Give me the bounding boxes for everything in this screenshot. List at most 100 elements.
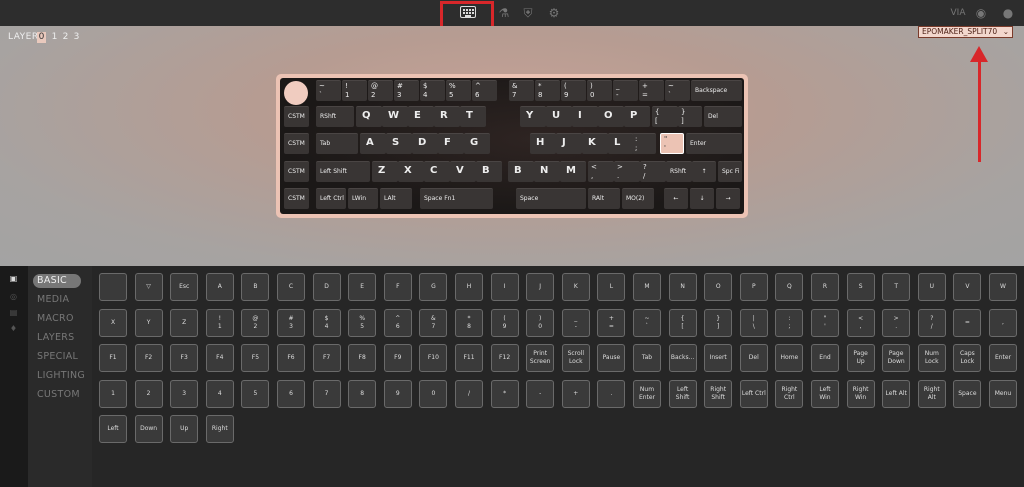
keycode-button[interactable]: Left Ctrl <box>739 379 768 408</box>
keycode-button[interactable]: Caps Lock <box>953 344 982 372</box>
category-lighting[interactable]: LIGHTING <box>33 369 85 383</box>
keycode-button[interactable]: F6 <box>277 344 305 372</box>
keyboard-key[interactable]: Q <box>356 106 382 127</box>
keyboard-key[interactable]: + = <box>639 80 664 101</box>
keyboard-key[interactable]: C <box>424 161 450 182</box>
keyboard-key[interactable]: J <box>556 133 582 154</box>
keyboard-key[interactable]: E <box>408 106 434 127</box>
keycode-button[interactable]: ) 0 <box>526 308 555 337</box>
keycode-button[interactable]: Page Up <box>846 344 875 372</box>
keyboard-key[interactable]: Y <box>520 106 546 127</box>
keycode-button[interactable]: } ] <box>704 308 733 337</box>
keyboard-key[interactable]: Tab <box>316 133 358 154</box>
keyboard-key[interactable]: → <box>716 188 740 209</box>
keyboard-key[interactable]: }] <box>678 106 702 127</box>
keyboard-key[interactable]: Left Ctrl <box>316 188 346 209</box>
keycode-button[interactable]: Right Ctrl <box>775 379 804 408</box>
keycode-button[interactable]: Right Win <box>846 379 875 408</box>
layer-option-1[interactable]: 1 <box>50 32 59 43</box>
keyboard-key[interactable]: R <box>434 106 460 127</box>
category-custom[interactable]: CUSTOM <box>33 388 80 402</box>
layer-option-3[interactable]: 3 <box>72 32 81 43</box>
keycode-button[interactable]: C <box>277 273 305 301</box>
keyboard-key[interactable]: X <box>398 161 424 182</box>
keycode-button[interactable]: * 8 <box>455 308 483 337</box>
keycode-button[interactable]: Space <box>953 379 982 408</box>
keycode-button[interactable]: < , <box>846 308 875 337</box>
keycode-button[interactable]: ! 1 <box>205 308 234 337</box>
keycode-button[interactable]: F7 <box>312 344 341 372</box>
keycode-button[interactable]: F11 <box>455 344 483 372</box>
keycode-button[interactable]: _ - <box>561 308 590 337</box>
keyboard-key[interactable]: V <box>450 161 476 182</box>
keycode-button[interactable]: T <box>882 273 911 301</box>
keycode-button[interactable]: > . <box>882 308 911 337</box>
keycode-button[interactable]: 5 <box>241 379 270 408</box>
keycode-button[interactable]: B <box>241 273 270 301</box>
keycode-button[interactable]: M <box>633 273 661 301</box>
keyboard-key[interactable]: :; <box>632 133 656 154</box>
keyboard-key[interactable]: Spc Fi <box>718 161 742 182</box>
keycode-button[interactable]: + = <box>597 308 626 337</box>
keycode-button[interactable]: 3 <box>170 379 199 408</box>
save-icon[interactable]: ▤ <box>9 308 18 317</box>
keyboard-key[interactable]: _ - <box>613 80 638 101</box>
keyboard-key[interactable]: B <box>476 161 502 182</box>
keycode-button[interactable]: End <box>811 344 839 372</box>
keycode-button[interactable]: Del <box>739 344 768 372</box>
keycode-button[interactable]: 4 <box>205 379 234 408</box>
keycode-button[interactable]: ( 9 <box>490 308 519 337</box>
keyboard-key[interactable]: H <box>530 133 556 154</box>
keycode-button[interactable]: Y <box>134 308 163 337</box>
keycode-button[interactable]: J <box>526 273 555 301</box>
keyboard-key[interactable]: LAlt <box>380 188 412 209</box>
device-select[interactable]: EPOMAKER_SPLIT70 ⌄ <box>918 26 1013 38</box>
keyboard-key[interactable]: M <box>560 161 586 182</box>
keycode-button[interactable]: Up <box>170 415 199 443</box>
keycode-button[interactable]: : ; <box>775 308 804 337</box>
keycode-button[interactable]: ? / <box>917 308 946 337</box>
keycode-button[interactable]: Left <box>99 415 127 443</box>
keycode-button[interactable]: Down <box>134 415 163 443</box>
keyboard-key[interactable]: (9 <box>561 80 586 101</box>
keyboard-key[interactable]: P <box>624 106 650 127</box>
keyboard-key[interactable]: RShft <box>666 161 692 182</box>
keycode-button[interactable]: Right Alt <box>917 379 946 408</box>
keycode-button[interactable]: # 3 <box>277 308 305 337</box>
keyboard-key[interactable]: ? / <box>640 161 666 182</box>
keyboard-key[interactable]: D <box>412 133 438 154</box>
keyboard-key[interactable]: Left Shift <box>316 161 370 182</box>
keycode-button[interactable]: 9 <box>383 379 412 408</box>
keyboard-key[interactable]: Backspace <box>691 80 742 101</box>
keyboard-key[interactable]: ! 1 <box>342 80 367 101</box>
keycode-button[interactable]: H <box>455 273 483 301</box>
keycode-button[interactable]: 7 <box>312 379 341 408</box>
keycode-button[interactable]: ▽ <box>134 273 163 301</box>
keyboard-key[interactable]: ↑ <box>692 161 716 182</box>
keycode-button[interactable]: F2 <box>134 344 163 372</box>
bulb-icon[interactable]: ♦ <box>9 324 18 333</box>
keycode-button[interactable]: Num Enter <box>633 379 661 408</box>
keycode-button[interactable]: % 5 <box>348 308 377 337</box>
keycode-button[interactable]: " ' <box>811 308 839 337</box>
category-basic[interactable]: BASIC <box>33 274 81 288</box>
keycode-button[interactable]: R <box>811 273 839 301</box>
keycode-button[interactable]: G <box>419 273 448 301</box>
keyboard-key[interactable]: " ' <box>660 133 684 154</box>
keycode-button[interactable]: N <box>668 273 697 301</box>
keyboard-key[interactable]: ~ ` <box>665 80 690 101</box>
keyboard-key[interactable]: ← <box>664 188 688 209</box>
keycode-button[interactable]: Page Down <box>882 344 911 372</box>
keyboard-key[interactable]: L <box>608 133 634 154</box>
keycode-button[interactable]: | \ <box>739 308 768 337</box>
category-macro[interactable]: MACRO <box>33 312 74 326</box>
keycode-button[interactable]: Home <box>775 344 804 372</box>
keyboard-key[interactable]: LWin <box>348 188 378 209</box>
github-icon[interactable]: ● <box>1001 6 1015 20</box>
keycode-button[interactable]: & 7 <box>419 308 448 337</box>
keycode-button[interactable]: F1 <box>99 344 127 372</box>
keycode-button[interactable]: I <box>490 273 519 301</box>
keycode-button[interactable]: + <box>561 379 590 408</box>
keycode-button[interactable]: K <box>561 273 590 301</box>
keycode-button[interactable]: Tab <box>633 344 661 372</box>
